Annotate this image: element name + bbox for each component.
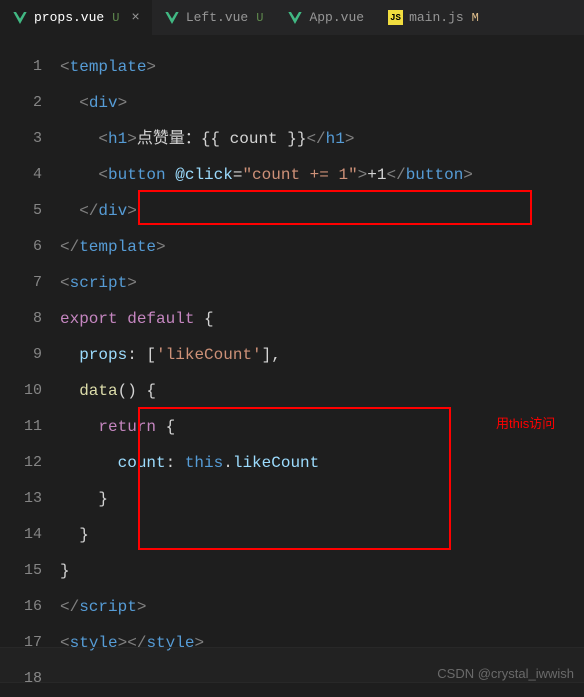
tab-label: props.vue <box>34 10 104 25</box>
close-icon[interactable]: × <box>131 10 139 26</box>
editor-area[interactable]: 1 2 3 4 5 6 7 8 9 10 11 12 13 14 15 16 1… <box>0 35 584 687</box>
tab-props-vue[interactable]: props.vue U × <box>0 0 152 35</box>
line-number: 9 <box>0 337 42 373</box>
line-number: 7 <box>0 265 42 301</box>
code-line: <template> <box>60 49 584 85</box>
line-number: 5 <box>0 193 42 229</box>
tab-label: Left.vue <box>186 10 248 25</box>
code-line: </template> <box>60 229 584 265</box>
tab-app-vue[interactable]: App.vue <box>275 0 376 35</box>
code-line: props: ['likeCount'], <box>60 337 584 373</box>
line-number: 2 <box>0 85 42 121</box>
tab-main-js[interactable]: JS main.js M <box>376 0 491 35</box>
tab-status: M <box>472 11 479 25</box>
line-number: 12 <box>0 445 42 481</box>
code-line: <button @click="count += 1">+1</button> <box>60 157 584 193</box>
code-line: data() { <box>60 373 584 409</box>
code-line: <script> <box>60 265 584 301</box>
js-icon: JS <box>388 10 403 25</box>
code-line: count: this.likeCount <box>60 445 584 481</box>
vue-icon <box>287 10 303 26</box>
code-line: </div> <box>60 193 584 229</box>
line-number: 10 <box>0 373 42 409</box>
vue-icon <box>12 10 28 26</box>
tab-left-vue[interactable]: Left.vue U <box>152 0 276 35</box>
line-number: 3 <box>0 121 42 157</box>
line-number: 6 <box>0 229 42 265</box>
line-number: 4 <box>0 157 42 193</box>
code-content[interactable]: <template> <div> <h1>点赞量：{{ count }}</h1… <box>60 35 584 687</box>
line-number: 11 <box>0 409 42 445</box>
code-line: } <box>60 517 584 553</box>
code-line: </script> <box>60 589 584 625</box>
tab-bar: props.vue U × Left.vue U App.vue JS main… <box>0 0 584 35</box>
code-line: } <box>60 553 584 589</box>
code-line: } <box>60 481 584 517</box>
tab-status: U <box>112 11 119 25</box>
line-number: 1 <box>0 49 42 85</box>
line-gutter: 1 2 3 4 5 6 7 8 9 10 11 12 13 14 15 16 1… <box>0 35 60 687</box>
line-number: 15 <box>0 553 42 589</box>
code-line: <div> <box>60 85 584 121</box>
line-number: 16 <box>0 589 42 625</box>
tab-status: U <box>256 11 263 25</box>
vue-icon <box>164 10 180 26</box>
code-line: <h1>点赞量：{{ count }}</h1> <box>60 121 584 157</box>
watermark: CSDN @crystal_iwwish <box>437 666 574 681</box>
tab-label: main.js <box>409 10 464 25</box>
line-number: 14 <box>0 517 42 553</box>
code-line: export default { <box>60 301 584 337</box>
tab-label: App.vue <box>309 10 364 25</box>
line-number: 8 <box>0 301 42 337</box>
annotation-text: 用this访问 <box>496 413 555 432</box>
line-number: 13 <box>0 481 42 517</box>
